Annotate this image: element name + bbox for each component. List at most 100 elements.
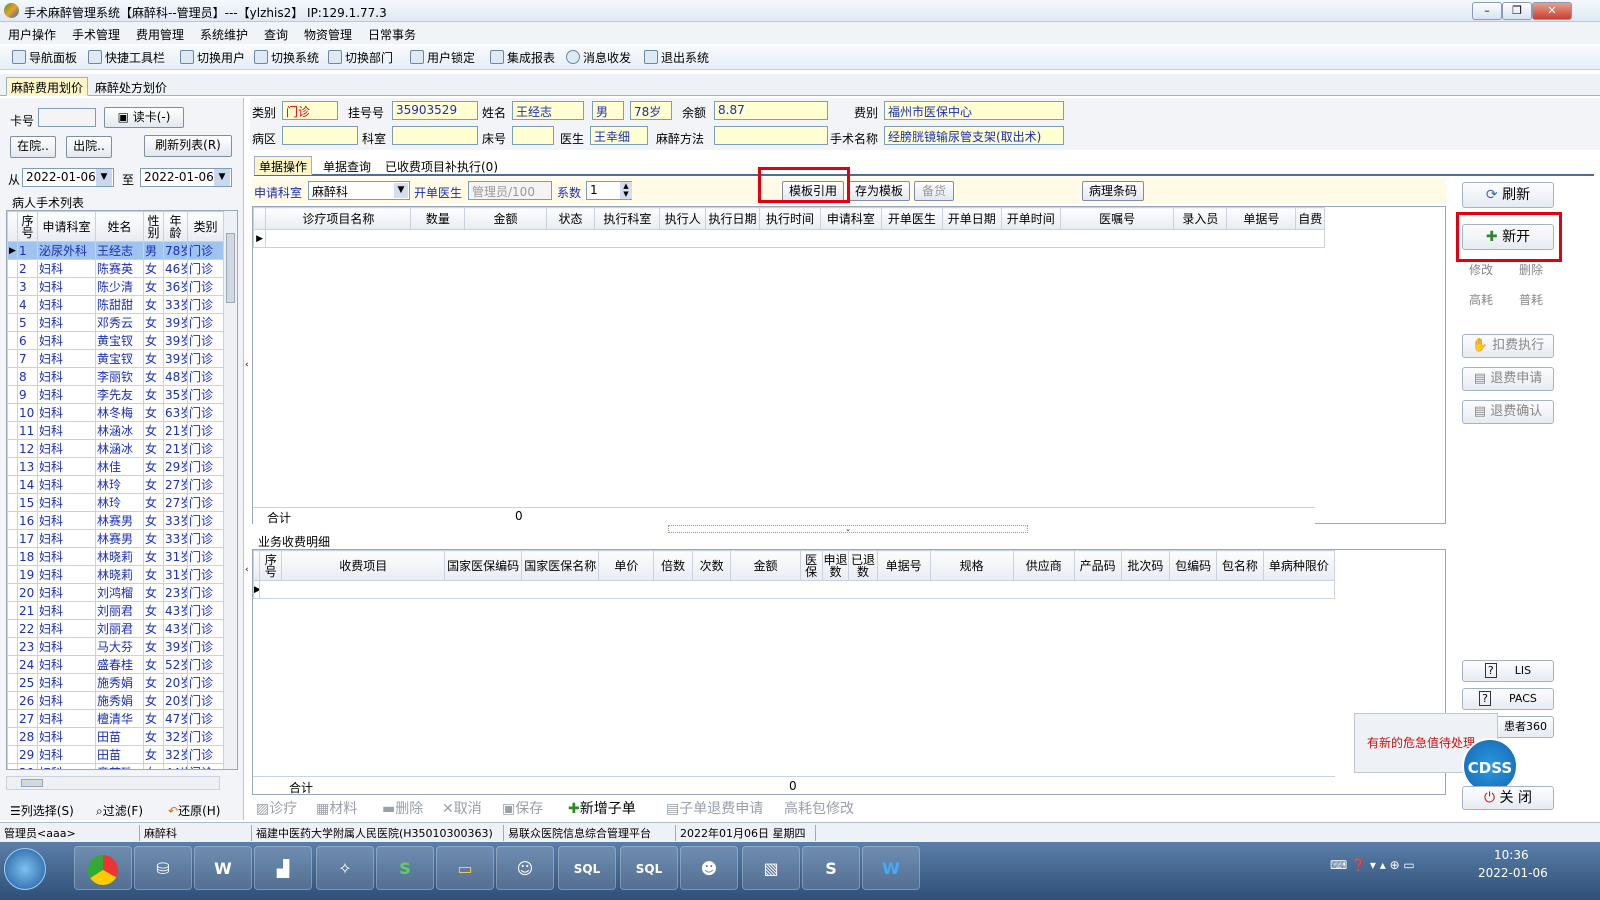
grid1-col-12[interactable]: 医嘱号	[1059, 207, 1175, 230]
name-field[interactable]: 王经志	[512, 101, 584, 120]
grid1-col-10[interactable]: 开单日期	[941, 207, 1002, 230]
nurse-app-icon[interactable]: ☻	[680, 846, 738, 890]
user-lock-button[interactable]: 用户锁定	[410, 49, 475, 66]
refresh-list-button[interactable]: 刷新列表(R)	[144, 135, 232, 157]
col-name[interactable]: 姓名	[95, 211, 144, 242]
exit-system-button[interactable]: 退出系统	[644, 49, 709, 66]
switch-user-button[interactable]: 切换用户	[180, 49, 245, 66]
detail-col-14[interactable]: 产品码	[1073, 550, 1122, 581]
patient-row[interactable]: 7妇科黄宝钗女39岁门诊	[7, 349, 224, 368]
splitter-collapse-icon[interactable]: ‹	[245, 360, 251, 374]
switch-system-button[interactable]: 切换系统	[254, 49, 319, 66]
clock-date[interactable]: 2022-01-06	[1478, 866, 1548, 880]
type-field[interactable]: 门诊	[282, 101, 338, 120]
col-type[interactable]: 类别	[187, 211, 224, 242]
col-age[interactable]: 年龄	[163, 211, 188, 242]
surgery-field[interactable]: 经膀胱镜输尿管支架(取出术)	[884, 126, 1064, 145]
tab-anes-fee[interactable]: 麻醉费用划价	[6, 77, 89, 96]
grid1-col-0[interactable]: 诊疗项目名称	[265, 207, 412, 230]
chart-app-icon[interactable]: ▟	[254, 846, 312, 890]
list-vscroll[interactable]	[223, 211, 237, 769]
detail-col-0[interactable]: 序号	[259, 550, 283, 581]
stock-button[interactable]: 备货	[914, 181, 954, 201]
patient-row[interactable]: 29妇科田苗女32岁门诊	[7, 745, 224, 764]
ward-field[interactable]	[282, 126, 358, 145]
charge-exec-button[interactable]: ✋ 扣费执行	[1462, 334, 1554, 358]
his-app-icon[interactable]: S	[802, 846, 860, 890]
grid1-col-5[interactable]: 执行人	[659, 207, 707, 230]
sex-field[interactable]: 男	[592, 101, 624, 120]
menu-user-ops[interactable]: 用户操作	[8, 26, 56, 43]
grid1-col-4[interactable]: 执行科室	[594, 207, 661, 230]
menu-supplies[interactable]: 物资管理	[304, 26, 352, 43]
lis-button[interactable]: ? LIS	[1462, 660, 1554, 682]
from-date-dropdown-icon[interactable]: ▼	[96, 169, 112, 186]
patient-row[interactable]: 8妇科李丽钦女48岁门诊	[7, 367, 224, 386]
material-button[interactable]: ▦材料	[316, 798, 357, 818]
patient-row[interactable]: 4妇科陈甜甜女33岁门诊	[7, 295, 224, 314]
order-row-empty[interactable]: ▶	[252, 229, 1325, 248]
grid1-col-15[interactable]: 自费	[1295, 207, 1325, 230]
detail-col-10[interactable]: 已退数	[848, 550, 878, 581]
menu-system[interactable]: 系统维护	[200, 26, 248, 43]
patient-row[interactable]: 20妇科刘鸿榴女23岁门诊	[7, 583, 224, 602]
refund-request-button[interactable]: ▤ 退费申请	[1462, 367, 1554, 391]
detail-col-9[interactable]: 申退数	[821, 550, 850, 581]
detail-col-17[interactable]: 包名称	[1216, 550, 1264, 581]
grid1-col-14[interactable]: 单据号	[1226, 207, 1297, 230]
filter-button[interactable]: ⌕过滤(F)	[96, 802, 143, 819]
order-doctor-select[interactable]: 管理员/100	[468, 181, 552, 200]
patient-row[interactable]: 23妇科马大芬女39岁门诊	[7, 637, 224, 656]
folder-icon[interactable]: ▭	[436, 846, 494, 890]
list-hscroll[interactable]	[6, 776, 220, 790]
apply-dept-dropdown-icon[interactable]: ▼	[394, 183, 408, 198]
modify-button[interactable]: 修改	[1462, 260, 1500, 280]
grid1-col-2[interactable]: 金额	[464, 207, 547, 230]
cancel-button[interactable]: ✕取消	[442, 798, 482, 818]
patient-row[interactable]: 14妇科林玲女27岁门诊	[7, 475, 224, 494]
reg-field[interactable]: 35903529	[392, 101, 478, 120]
close-window-button[interactable]: ✕	[1532, 2, 1572, 20]
restore-button[interactable]: ↶还原(H)	[168, 802, 220, 819]
sql-query-icon[interactable]: SQL	[620, 846, 678, 890]
detail-col-15[interactable]: 批次码	[1120, 550, 1171, 581]
nav-panel-button[interactable]: 导航面板	[12, 49, 77, 66]
detail-col-6[interactable]: 次数	[691, 550, 732, 581]
save-template-button[interactable]: 存为模板	[848, 181, 910, 201]
patient-row[interactable]: 12妇科林涵冰女21岁门诊	[7, 439, 224, 458]
dept-field[interactable]	[392, 126, 478, 145]
patient-row[interactable]: 21妇科刘丽君女43岁门诊	[7, 601, 224, 620]
refresh-button[interactable]: ⟳ 刷新	[1462, 182, 1554, 208]
grid1-col-7[interactable]: 执行时间	[758, 207, 821, 230]
detail-col-1[interactable]: 收费项目	[281, 550, 445, 581]
patient-row[interactable]: 19妇科林晓莉女31岁门诊	[7, 565, 224, 584]
patient-row[interactable]: 26妇科施秀娟女20岁门诊	[7, 691, 224, 710]
detail-col-18[interactable]: 单病种限价	[1262, 550, 1336, 581]
detail-col-2[interactable]: 国家医保编码	[443, 550, 523, 581]
list-hscroll-thumb[interactable]	[21, 779, 43, 787]
database-icon[interactable]: ⛁	[134, 846, 192, 890]
sub-refund-button[interactable]: ▤子单退费申请	[666, 798, 763, 818]
patient-row[interactable]: 17妇科林赛男女33岁门诊	[7, 529, 224, 548]
grid1-col-13[interactable]: 录入员	[1173, 207, 1228, 230]
detail-col-5[interactable]: 倍数	[653, 550, 693, 581]
quick-toolbar-button[interactable]: 快捷工具栏	[88, 49, 165, 66]
normal-consumable-button[interactable]: 普耗	[1512, 290, 1550, 310]
balance-field[interactable]: 8.87	[714, 101, 828, 120]
anes-method-field[interactable]	[714, 126, 828, 145]
grid1-col-11[interactable]: 开单时间	[1000, 207, 1061, 230]
grid1-col-9[interactable]: 开单医生	[880, 207, 943, 230]
splitter-collapse-icon-2[interactable]: ‹	[245, 565, 251, 579]
tab-anes-prescription[interactable]: 麻醉处方划价	[90, 77, 172, 96]
sql-icon[interactable]: SQL	[558, 846, 616, 890]
patient-row[interactable]: 30妇科童苏珠女44岁门诊	[7, 763, 224, 769]
patient-row[interactable]: 9妇科李先友女35岁门诊	[7, 385, 224, 404]
patient-row[interactable]: 6妇科黄宝钗女39岁门诊	[7, 331, 224, 350]
chrome-icon[interactable]	[74, 846, 132, 890]
delete-button[interactable]: 删除	[1512, 260, 1550, 280]
delete-item-button[interactable]: ▬删除	[382, 798, 423, 818]
patient-row[interactable]: 22妇科刘丽君女43岁门诊	[7, 619, 224, 638]
bed-field[interactable]	[512, 126, 554, 145]
high-pack-edit-button[interactable]: 高耗包修改	[784, 798, 854, 818]
patient-row[interactable]: 11妇科林涵冰女21岁门诊	[7, 421, 224, 440]
